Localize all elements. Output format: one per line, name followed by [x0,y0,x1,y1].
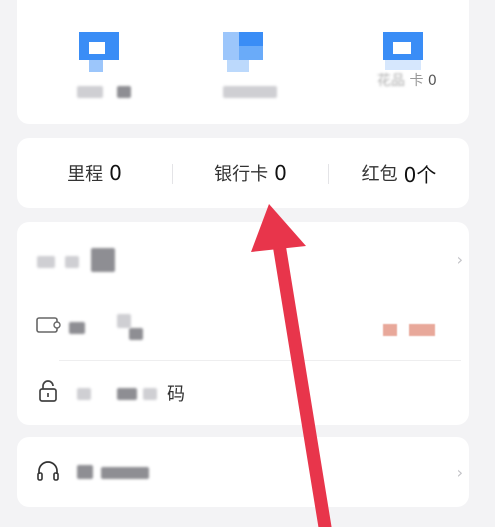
stat-red-packet-value: 0个 [403,162,437,187]
menu-row-3-label-3 [143,388,157,400]
menu-row-2[interactable] [17,294,469,360]
stat-red-packet-label: 红包 [361,164,398,185]
stat-bank-card[interactable]: 银行卡 0 [173,138,328,208]
shortcut-1-label [77,86,103,98]
lock-icon [39,380,57,402]
stat-bank-card-value: 0 [274,161,287,185]
stat-mileage-value: 0 [109,161,122,185]
shortcut-3-label: 花品 卡 0 [377,73,437,89]
menu-row-3-label-1 [77,388,91,400]
shortcut-2-label [223,86,277,98]
chevron-right-icon: › [456,250,463,269]
shortcut-3-icon[interactable] [383,32,423,72]
shortcut-3-value: 0 [427,73,437,89]
shortcut-3-label-tail: 卡 [409,73,424,89]
stat-mileage-label: 里程 [67,164,104,185]
menu-row-2-label [69,322,85,334]
menu-row-2-label-2 [117,314,131,328]
menu-row-3-label-tail: 码 [167,384,185,405]
shortcuts-card: 花品 卡 0 [17,0,469,124]
menu-row-3[interactable]: 码 [17,360,469,426]
headset-icon [37,461,59,481]
support-card: › [17,437,469,507]
stat-mileage[interactable]: 里程 0 [17,138,172,208]
shortcut-1-count [117,86,131,98]
stat-bank-card-label: 银行卡 [214,164,269,185]
menu-row-2-label-3 [129,328,143,340]
stats-card: 里程 0 银行卡 0 红包 0个 [17,138,469,208]
coupon-icon [36,317,61,333]
shortcut-2-icon[interactable] [223,32,263,72]
stat-red-packet[interactable]: 红包 0个 [329,138,469,208]
menu-row-1-icon [37,256,55,268]
chevron-right-icon: › [456,463,463,482]
support-label-1 [77,465,93,479]
shortcut-1-icon[interactable] [79,32,119,72]
menu-card: › 码 [17,222,469,425]
menu-row-1-label [65,256,79,268]
support-row[interactable]: › [17,439,469,505]
menu-row-2-badge-2 [409,324,435,336]
menu-row-2-badge-1 [383,324,397,336]
support-label-2 [101,467,149,479]
menu-row-3-label-2 [117,388,137,400]
menu-row-1[interactable]: › [17,226,469,292]
menu-row-1-label-2 [91,248,115,272]
